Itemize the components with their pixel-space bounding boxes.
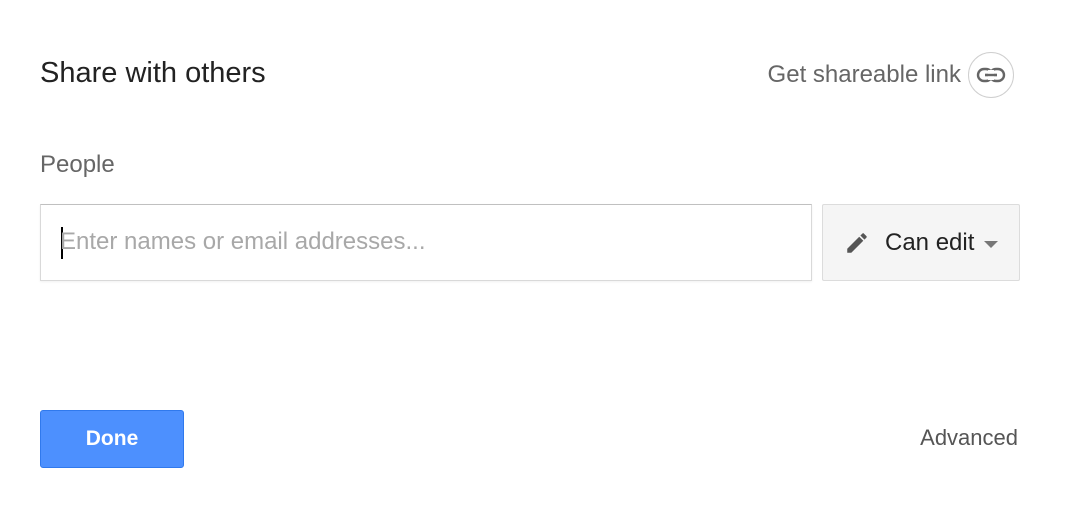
done-button[interactable]: Done bbox=[40, 410, 184, 468]
permission-dropdown[interactable]: Can edit bbox=[822, 204, 1020, 281]
get-shareable-link-label: Get shareable link bbox=[767, 61, 961, 88]
permission-selected-label: Can edit bbox=[885, 228, 975, 256]
people-label: People bbox=[40, 151, 115, 178]
share-dialog: Share with others Get shareable link Peo… bbox=[0, 0, 1068, 526]
get-shareable-link-button[interactable]: Get shareable link bbox=[768, 51, 1014, 99]
people-input[interactable] bbox=[60, 225, 790, 259]
people-input-container[interactable] bbox=[40, 204, 812, 281]
link-icon[interactable] bbox=[968, 52, 1014, 98]
advanced-link[interactable]: Advanced bbox=[920, 425, 1018, 451]
chevron-down-icon bbox=[984, 241, 999, 248]
pencil-icon bbox=[843, 229, 871, 257]
dialog-title: Share with others bbox=[40, 57, 266, 89]
